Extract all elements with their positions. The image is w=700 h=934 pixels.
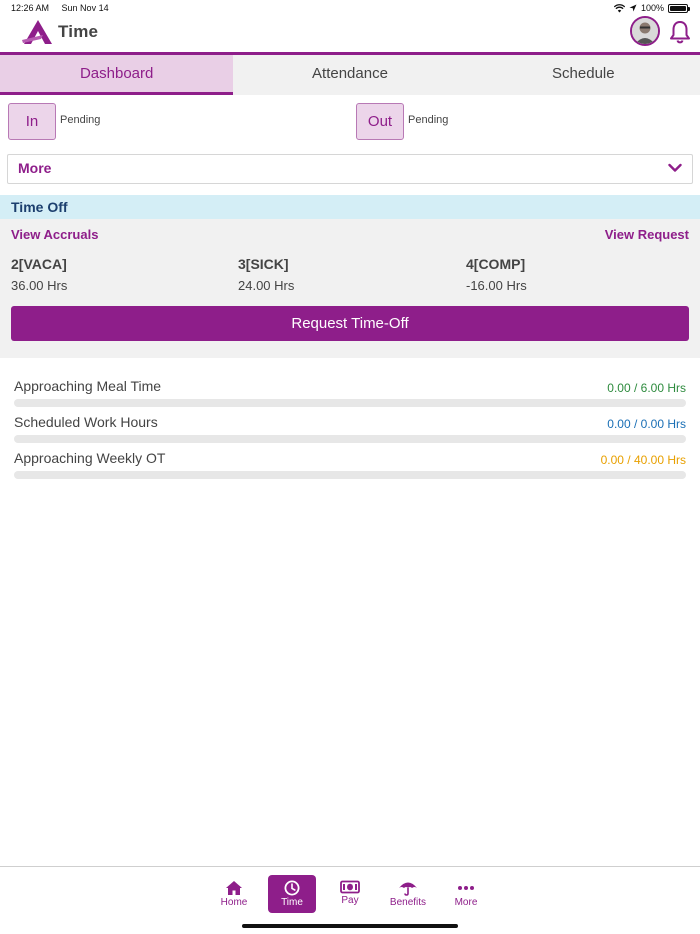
progress-weekly-ot: Approaching Weekly OT 0.00 / 40.00 Hrs — [14, 450, 686, 486]
umbrella-icon — [399, 882, 417, 896]
request-time-off-button[interactable]: Request Time-Off — [11, 306, 689, 341]
wifi-icon — [613, 3, 625, 12]
app-logo-icon — [22, 20, 52, 44]
notification-bell-icon[interactable] — [669, 20, 691, 44]
home-icon — [226, 881, 242, 895]
status-date: Sun Nov 14 — [61, 3, 109, 13]
punch-out-button[interactable]: Out — [356, 103, 404, 140]
time-off-header: Time Off — [0, 195, 700, 219]
accrual-item: 2[VACA] 36.00 Hrs — [11, 256, 67, 293]
battery-icon — [668, 3, 690, 13]
avatar[interactable] — [630, 16, 660, 46]
more-dropdown[interactable]: More — [7, 154, 693, 184]
nav-home[interactable]: Home — [210, 875, 258, 913]
bottom-nav: Home Time Pay Benefits More — [0, 866, 700, 934]
accrual-item: 3[SICK] 24.00 Hrs — [238, 256, 294, 293]
nav-label: Benefits — [389, 897, 427, 908]
progress-value: 0.00 / 40.00 Hrs — [600, 453, 686, 467]
tab-bar: Dashboard Attendance Schedule — [0, 55, 700, 95]
clock-icon — [284, 880, 300, 896]
money-icon — [340, 880, 360, 894]
time-off-title: Time Off — [11, 199, 68, 215]
nav-label: Time — [281, 897, 303, 908]
app-header: Time — [0, 14, 700, 52]
time-off-panel: View Accruals View Request 2[VACA] 36.00… — [0, 219, 700, 358]
page-title: Time — [58, 22, 99, 41]
punch-out-status: Pending — [408, 114, 449, 126]
home-indicator — [242, 924, 458, 928]
progress-label: Scheduled Work Hours — [14, 414, 158, 430]
nav-pay[interactable]: Pay — [326, 875, 374, 913]
more-dropdown-label: More — [18, 160, 52, 176]
accrual-code: 4[COMP] — [466, 256, 526, 272]
progress-label: Approaching Weekly OT — [14, 450, 166, 466]
accrual-code: 2[VACA] — [11, 256, 67, 272]
nav-label: More — [454, 897, 478, 908]
more-dots-icon — [458, 886, 474, 890]
view-accruals-link[interactable]: View Accruals — [11, 227, 98, 242]
nav-label: Pay — [341, 895, 359, 906]
progress-track — [14, 471, 686, 479]
view-request-link[interactable]: View Request — [605, 227, 689, 242]
punch-in-button[interactable]: In — [8, 103, 56, 140]
punch-in-status: Pending — [60, 114, 101, 126]
nav-more[interactable]: More — [442, 875, 490, 913]
nav-benefits[interactable]: Benefits — [384, 875, 432, 913]
accrual-code: 3[SICK] — [238, 256, 289, 272]
user-photo-icon — [632, 18, 658, 44]
tab-attendance[interactable]: Attendance — [233, 55, 466, 95]
location-arrow-icon — [629, 4, 637, 12]
accrual-hours: 24.00 Hrs — [238, 278, 295, 293]
progress-meal-time: Approaching Meal Time 0.00 / 6.00 Hrs — [14, 378, 686, 414]
accrual-item: 4[COMP] -16.00 Hrs — [466, 256, 527, 293]
tab-schedule[interactable]: Schedule — [467, 55, 700, 95]
accrual-hours: 36.00 Hrs — [11, 278, 68, 293]
punch-row: In Pending Out Pending — [0, 103, 700, 141]
progress-track — [14, 435, 686, 443]
progress-label: Approaching Meal Time — [14, 378, 162, 394]
progress-value: 0.00 / 0.00 Hrs — [607, 417, 686, 431]
chevron-down-icon — [668, 163, 682, 172]
nav-label: Home — [220, 897, 248, 908]
progress-scheduled-hours: Scheduled Work Hours 0.00 / 0.00 Hrs — [14, 414, 686, 450]
tab-dashboard[interactable]: Dashboard — [0, 55, 234, 95]
progress-track — [14, 399, 686, 407]
progress-value: 0.00 / 6.00 Hrs — [607, 381, 686, 395]
accrual-hours: -16.00 Hrs — [466, 278, 527, 293]
status-time: 12:26 AM — [11, 3, 50, 13]
nav-time[interactable]: Time — [268, 875, 316, 913]
battery-percent: 100% — [640, 3, 664, 13]
